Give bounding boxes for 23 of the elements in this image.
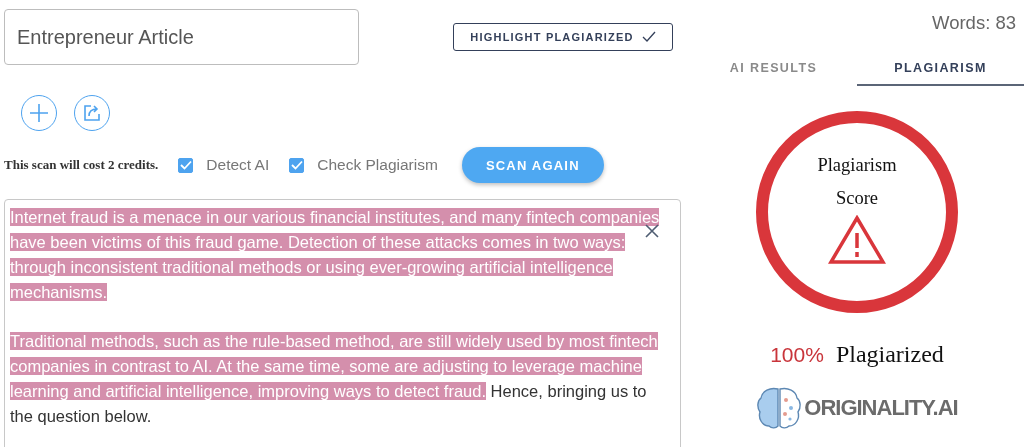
add-button[interactable] — [21, 95, 57, 131]
warning-icon — [828, 215, 886, 265]
brain-icon — [756, 386, 803, 430]
export-icon — [82, 103, 102, 123]
word-count: Words: 83 — [932, 12, 1016, 34]
checkbox[interactable] — [178, 157, 194, 173]
check-icon — [641, 31, 656, 43]
paragraph: Traditional methods, such as the rule-based method, are still widely used by most fintech companies in contrast to AI. At the same time, some are adjusting to leverage machine learning and artificial intelligence, improving ways to detect fraud. Hence, bringing us to the question below. — [10, 331, 659, 427]
tab[interactable]: PLAGIARISM — [857, 52, 1024, 86]
plus-icon — [29, 103, 49, 123]
logo-text: ORIGINALITY.AI — [804, 395, 958, 421]
highlight-plagiarized-button[interactable]: HIGHLIGHT PLAGIARIZED — [453, 23, 673, 51]
tab[interactable]: AI RESULTS — [690, 52, 857, 86]
score-percent: 100% — [770, 343, 824, 367]
score-verdict: Plagiarized — [835, 341, 944, 368]
scan-cost-text: This scan will cost 2 credits. — [4, 157, 159, 173]
export-button[interactable] — [74, 95, 110, 131]
paragraph: Internet fraud is a menace in our various financial institutes, and many fintech companies have been victims of this fraud game. Detection of these attacks comes in two ways: through inconsistent traditional methods or using ever-growing artificial intelligence mechanisms. — [10, 207, 661, 303]
checkbox[interactable] — [289, 157, 305, 173]
checkbox-label: Check Plagiarism — [317, 156, 438, 174]
score-title: Plagiarism Score — [816, 154, 898, 210]
title-field[interactable]: Entrepreneur Article — [4, 9, 359, 65]
checkbox-label: Detect AI — [206, 156, 270, 174]
